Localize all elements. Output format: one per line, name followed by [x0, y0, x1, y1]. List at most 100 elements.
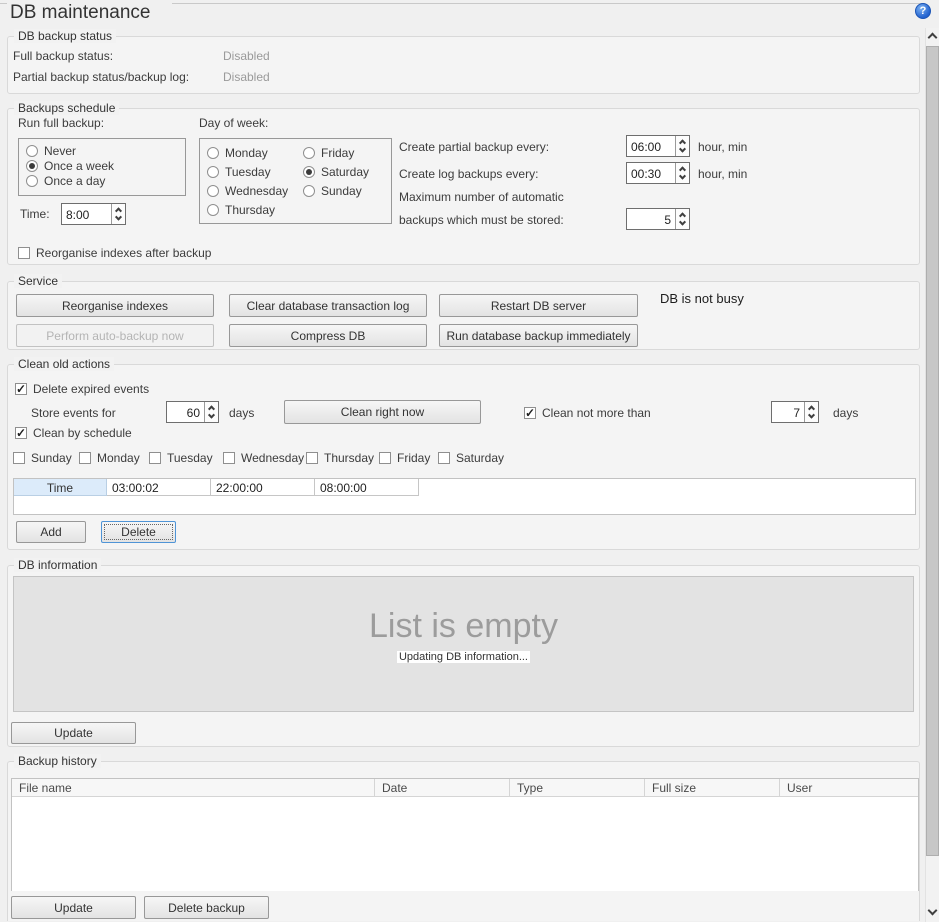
backup-time-value[interactable]: 8:00 AM: [62, 204, 111, 224]
radio-wednesday[interactable]: Wednesday: [207, 184, 288, 198]
radio-label: Tuesday: [225, 165, 271, 179]
radio-sunday[interactable]: Sunday: [303, 184, 362, 198]
radio-once-a-week[interactable]: Once a week: [26, 159, 114, 173]
scroll-down-icon[interactable]: [928, 906, 938, 916]
partial-backup-value[interactable]: 06:00: [627, 136, 675, 156]
vertical-scrollbar[interactable]: [925, 28, 939, 922]
radio-thursday[interactable]: Thursday: [207, 203, 275, 217]
log-backup-spinner[interactable]: 00:30: [626, 162, 690, 184]
max-backups-value[interactable]: 5: [627, 209, 675, 229]
column-header-full-size[interactable]: Full size: [645, 779, 780, 796]
spin-down-icon[interactable]: [808, 411, 815, 418]
spin-down-icon[interactable]: [208, 411, 215, 418]
checkbox-icon[interactable]: [379, 452, 391, 464]
weekday-wednesday-checkbox[interactable]: Wednesday: [223, 451, 304, 465]
radio-icon[interactable]: [303, 185, 315, 197]
add-button[interactable]: Add: [16, 521, 86, 543]
radio-friday[interactable]: Friday: [303, 146, 354, 160]
column-header-file-name[interactable]: File name: [12, 779, 375, 796]
column-header-user[interactable]: User: [780, 779, 918, 796]
radio-icon[interactable]: [303, 147, 315, 159]
radio-icon[interactable]: [26, 145, 38, 157]
checkbox-icon[interactable]: [18, 247, 30, 259]
delete-button[interactable]: Delete: [101, 521, 176, 543]
time-cell[interactable]: 03:00:02: [107, 479, 211, 496]
time-cell[interactable]: 08:00:00: [315, 479, 419, 496]
checkbox-icon[interactable]: [15, 383, 27, 395]
weekday-sunday-checkbox[interactable]: Sunday: [13, 451, 72, 465]
radio-icon[interactable]: [207, 185, 219, 197]
radio-icon[interactable]: [26, 175, 38, 187]
spin-down-icon[interactable]: [679, 218, 686, 225]
time-row-header[interactable]: Time: [14, 479, 107, 496]
backup-history-table[interactable]: File name Date Type Full size User: [11, 778, 919, 891]
log-backup-value[interactable]: 00:30: [627, 163, 675, 183]
scrollbar-thumb[interactable]: [926, 46, 939, 856]
weekday-tuesday-checkbox[interactable]: Tuesday: [149, 451, 213, 465]
radio-icon[interactable]: [207, 147, 219, 159]
spinner-buttons[interactable]: [675, 136, 689, 156]
column-header-type[interactable]: Type: [510, 779, 645, 796]
radio-never[interactable]: Never: [26, 144, 76, 158]
not-more-days-unit: days: [833, 406, 858, 420]
max-backups-spinner[interactable]: 5: [626, 208, 690, 230]
clean-not-more-checkbox[interactable]: Clean not more than: [524, 406, 651, 420]
partial-backup-spinner[interactable]: 06:00: [626, 135, 690, 157]
store-days-spinner[interactable]: 60: [166, 401, 219, 423]
radio-icon[interactable]: [207, 166, 219, 178]
db-busy-status: DB is not busy: [660, 292, 744, 306]
radio-icon[interactable]: [303, 166, 315, 178]
clean-by-schedule-checkbox[interactable]: Clean by schedule: [15, 426, 132, 440]
spinner-buttons[interactable]: [675, 163, 689, 183]
checkbox-icon[interactable]: [524, 407, 536, 419]
radio-icon[interactable]: [207, 204, 219, 216]
scroll-up-icon[interactable]: [928, 33, 938, 43]
help-icon[interactable]: ?: [915, 3, 931, 19]
time-cell[interactable]: 22:00:00: [211, 479, 315, 496]
checkbox-icon[interactable]: [79, 452, 91, 464]
weekday-saturday-checkbox[interactable]: Saturday: [438, 451, 504, 465]
spinner-buttons[interactable]: [204, 402, 218, 422]
radio-once-a-day[interactable]: Once a day: [26, 174, 105, 188]
restart-db-server-button[interactable]: Restart DB server: [439, 294, 638, 317]
checkbox-icon[interactable]: [13, 452, 25, 464]
radio-label: Monday: [225, 146, 268, 160]
checkbox-icon[interactable]: [223, 452, 235, 464]
reorganise-indexes-button[interactable]: Reorganise indexes: [16, 294, 214, 317]
not-more-days-value[interactable]: 7: [772, 402, 804, 422]
radio-icon[interactable]: [26, 160, 38, 172]
spinner-buttons[interactable]: [804, 402, 818, 422]
db-info-update-button[interactable]: Update: [11, 722, 136, 744]
spinner-buttons[interactable]: [111, 204, 125, 224]
spin-down-icon[interactable]: [115, 213, 122, 220]
spinner-buttons[interactable]: [675, 209, 689, 229]
spin-down-icon[interactable]: [679, 145, 686, 152]
max-backups-label-line1: Maximum number of automatic: [399, 190, 564, 204]
reorganise-after-backup-checkbox[interactable]: Reorganise indexes after backup: [18, 246, 211, 260]
clear-transaction-log-button[interactable]: Clear database transaction log: [229, 294, 427, 317]
backup-time-spinner[interactable]: 8:00 AM: [61, 203, 126, 225]
column-header-date[interactable]: Date: [375, 779, 510, 796]
weekday-monday-checkbox[interactable]: Monday: [79, 451, 140, 465]
perform-autobackup-button[interactable]: Perform auto-backup now: [16, 324, 214, 347]
clean-schedule-table[interactable]: Time 03:00:02 22:00:00 08:00:00: [13, 478, 916, 515]
checkbox-icon[interactable]: [438, 452, 450, 464]
checkbox-icon[interactable]: [306, 452, 318, 464]
list-empty-text: List is empty: [14, 607, 913, 646]
delete-expired-events-checkbox[interactable]: Delete expired events: [15, 382, 149, 396]
weekday-thursday-checkbox[interactable]: Thursday: [306, 451, 374, 465]
store-days-value[interactable]: 60: [167, 402, 204, 422]
radio-tuesday[interactable]: Tuesday: [207, 165, 271, 179]
spin-down-icon[interactable]: [679, 172, 686, 179]
weekday-friday-checkbox[interactable]: Friday: [379, 451, 430, 465]
compress-db-button[interactable]: Compress DB: [229, 324, 427, 347]
not-more-days-spinner[interactable]: 7: [771, 401, 819, 423]
history-update-button[interactable]: Update: [11, 896, 136, 919]
delete-backup-button[interactable]: Delete backup: [144, 896, 269, 919]
run-backup-immediately-button[interactable]: Run database backup immediately: [439, 324, 638, 347]
clean-right-now-button[interactable]: Clean right now: [284, 400, 481, 424]
radio-monday[interactable]: Monday: [207, 146, 268, 160]
radio-saturday[interactable]: Saturday: [303, 165, 369, 179]
checkbox-icon[interactable]: [149, 452, 161, 464]
checkbox-icon[interactable]: [15, 427, 27, 439]
